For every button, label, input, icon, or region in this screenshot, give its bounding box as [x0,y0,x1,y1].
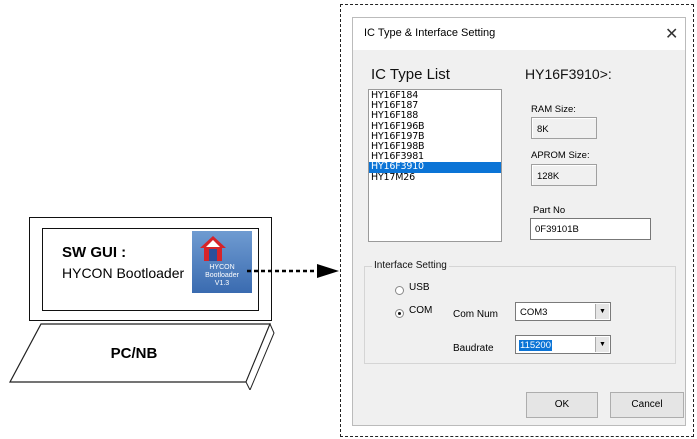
part-no-input[interactable]: 0F39101B [530,218,651,240]
com-num-label: Com Num [453,309,499,320]
com-num-value: COM3 [520,307,548,318]
close-icon[interactable]: ✕ [665,24,678,44]
com-radio-label[interactable]: COM [409,305,432,316]
app-icon-line-3: V1.3 [214,280,230,287]
ic-type-list-label: IC Type List [371,66,450,83]
cancel-button[interactable]: Cancel [610,392,684,418]
ok-button[interactable]: OK [526,392,598,418]
app-icon-caption: HYCON Bootloader V1.3 [192,264,252,288]
part-no-label: Part No [533,205,566,216]
app-icon-line-2: Bootloader [205,272,239,279]
connector-arrow [247,264,339,278]
sw-gui-name: HYCON Bootloader [62,265,185,281]
baudrate-value: 115200 [519,340,552,351]
chevron-down-icon[interactable]: ▼ [595,304,609,319]
aprom-size-value: 128K [531,164,597,186]
pc-nb-label: PC/NB [110,345,158,362]
ic-list-item[interactable]: HY17M26 [369,172,501,183]
app-icon-line-1: HYCON [209,264,235,271]
interface-setting-label: Interface Setting [372,260,449,271]
ram-size-label: RAM Size: [531,104,576,115]
usb-radio[interactable] [395,286,404,295]
ic-settings-dialog: IC Type & Interface Setting ✕ IC Type Li… [352,17,686,426]
bootloader-app-icon[interactable]: HYCON Bootloader V1.3 [192,231,252,293]
selected-ic-heading: HY16F3910>: [525,66,612,82]
ram-size-value: 8K [531,117,597,139]
chevron-down-icon[interactable]: ▼ [595,337,609,352]
ic-list-item[interactable]: HY16F3910 [369,162,501,173]
com-num-select[interactable]: COM3 ▼ [515,302,611,321]
hycon-logo-icon [200,236,226,261]
baudrate-select[interactable]: 115200 ▼ [515,335,611,354]
dialog-title: IC Type & Interface Setting [364,27,496,39]
baudrate-label: Baudrate [453,343,494,354]
usb-radio-label[interactable]: USB [409,282,430,293]
ic-type-listbox[interactable]: HY16F184 HY16F187 HY16F188 HY16F196B HY16F19… [368,89,502,242]
sw-gui-title: SW GUI : [62,244,127,261]
dialog-titlebar: IC Type & Interface Setting ✕ [353,18,685,50]
aprom-size-label: APROM Size: [531,150,590,161]
com-radio[interactable] [395,309,404,318]
radio-selected-dot [398,312,401,315]
